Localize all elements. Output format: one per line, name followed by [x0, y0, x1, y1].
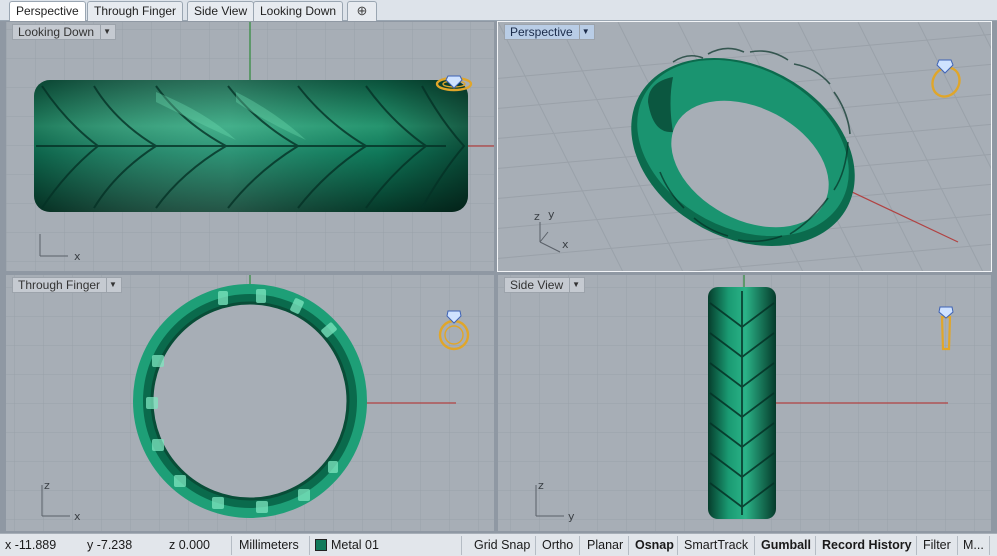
viewport-area: x Looking Down ▼ z y x Perspective ▼ z x… [0, 21, 997, 533]
looking-down-canvas: x [6, 22, 494, 271]
viewport-side-view[interactable]: z y Side View ▼ [498, 275, 991, 531]
through-finger-canvas: z x [6, 275, 494, 531]
current-layer[interactable]: Metal 01 [312, 536, 462, 555]
toggle-filter[interactable]: Filter [920, 536, 958, 555]
toggle-smarttrack[interactable]: SmartTrack [681, 536, 755, 555]
axis-label-y: y [568, 510, 575, 523]
viewport-through-finger[interactable]: z x Through Finger ▼ [6, 275, 494, 531]
chevron-down-icon[interactable]: ▼ [100, 25, 111, 39]
ring-band-side-view[interactable] [708, 287, 776, 519]
viewport-perspective[interactable]: z y x Perspective ▼ [497, 21, 992, 272]
toggle-more[interactable]: M... [960, 536, 990, 555]
axis-label-z: z [44, 479, 50, 492]
side-view-canvas: z y [498, 275, 991, 531]
tab-side-view[interactable]: Side View [187, 1, 255, 21]
tab-looking-down[interactable]: Looking Down [253, 1, 344, 21]
toggle-grid-snap[interactable]: Grid Snap [471, 536, 536, 555]
layer-color-swatch [315, 539, 327, 551]
toggle-osnap[interactable]: Osnap [632, 536, 678, 555]
viewport-title-text: Through Finger [18, 277, 101, 292]
viewport-title-through-finger[interactable]: Through Finger ▼ [12, 277, 122, 293]
ring-view-icon[interactable] [927, 59, 965, 101]
viewport-title-text: Perspective [510, 24, 573, 39]
tab-perspective[interactable]: Perspective [9, 1, 86, 22]
chevron-down-icon[interactable]: ▼ [578, 25, 590, 39]
chevron-down-icon[interactable]: ▼ [106, 278, 117, 292]
coord-y: y -7.238 [87, 538, 133, 552]
toggle-ortho[interactable]: Ortho [539, 536, 580, 555]
viewport-title-looking-down[interactable]: Looking Down ▼ [12, 24, 116, 40]
coord-z: z 0.000 [166, 536, 232, 555]
ring-band-front-view[interactable] [133, 284, 367, 518]
plus-icon[interactable]: ⊕ [347, 1, 377, 21]
toggle-record-history[interactable]: Record History [819, 536, 917, 555]
axis-label-z: z [534, 210, 540, 223]
chevron-down-icon[interactable]: ▼ [569, 278, 580, 292]
units-indicator[interactable]: Millimeters [236, 536, 310, 555]
status-bar: x -11.889 y -7.238 z 0.000 Millimeters M… [0, 533, 997, 556]
axis-label-x: x [74, 250, 81, 263]
viewport-title-text: Side View [510, 277, 564, 292]
tab-through-finger[interactable]: Through Finger [87, 1, 184, 21]
viewport-tab-bar: Perspective Through Finger Side View Loo… [0, 0, 997, 22]
axis-label-x: x [74, 510, 81, 523]
axis-label-y: y [548, 208, 555, 221]
layer-name: Metal 01 [331, 538, 379, 552]
viewport-title-perspective[interactable]: Perspective ▼ [504, 24, 595, 40]
perspective-canvas: z y x [498, 22, 991, 271]
axis-indicator: z y x [534, 208, 569, 253]
ring-band-top-view[interactable] [34, 80, 468, 212]
toggle-planar[interactable]: Planar [584, 536, 629, 555]
viewport-title-text: Looking Down [18, 24, 95, 39]
coord-x: x -11.889 [5, 538, 57, 552]
viewport-title-side-view[interactable]: Side View ▼ [504, 277, 586, 293]
axis-label-x: x [562, 238, 569, 251]
toggle-gumball[interactable]: Gumball [758, 536, 816, 555]
axis-label-z: z [538, 479, 544, 492]
viewport-looking-down[interactable]: x Looking Down ▼ [6, 22, 494, 271]
